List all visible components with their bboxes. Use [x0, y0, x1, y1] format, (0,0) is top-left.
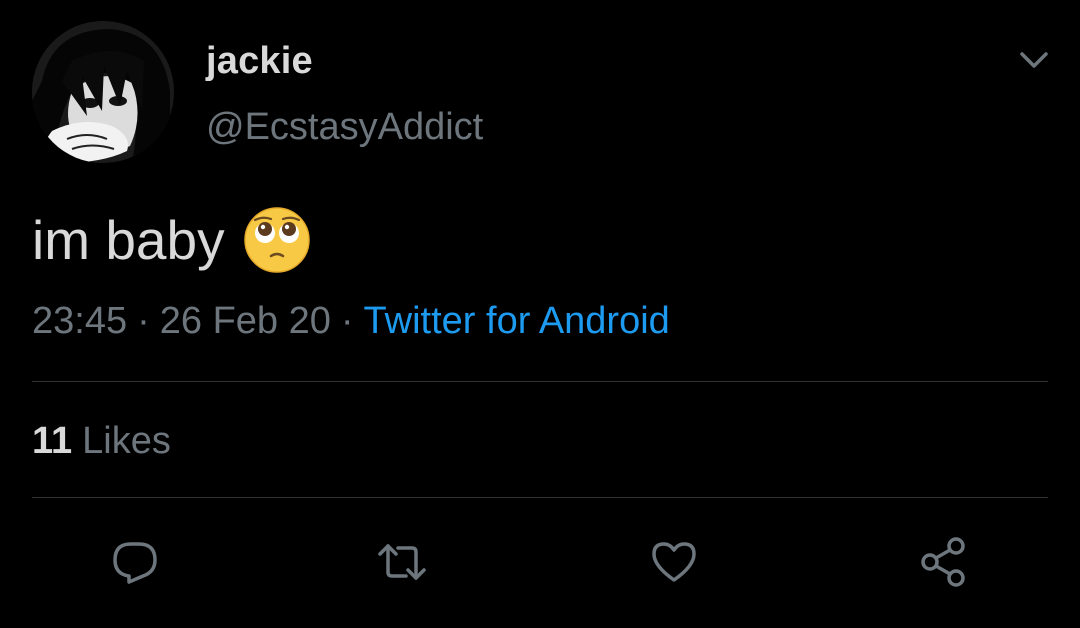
tweet-card: jackie @EcstasyAddict im baby 23:45 · 26… — [0, 0, 1080, 628]
reply-icon — [113, 542, 157, 584]
pleading-face-emoji — [243, 206, 311, 274]
tweet-meta: 23:45 · 26 Feb 20 · Twitter for Android — [32, 300, 670, 343]
retweet-icon — [378, 544, 426, 580]
divider — [32, 381, 1048, 382]
meta-separator: · — [340, 300, 354, 342]
likes-summary[interactable]: 11 Likes — [32, 420, 171, 463]
likes-count: 11 — [32, 420, 73, 462]
retweet-button[interactable] — [374, 534, 430, 590]
tweet-date: 26 Feb 20 — [159, 300, 331, 342]
tweet-time: 23:45 — [32, 300, 128, 342]
divider — [32, 497, 1048, 498]
tweet-text: im baby — [32, 209, 225, 271]
meta-separator: · — [137, 300, 150, 342]
tweet-source-link[interactable]: Twitter for Android — [364, 300, 670, 342]
user-handle[interactable]: @EcstasyAddict — [206, 106, 483, 149]
share-button[interactable] — [916, 534, 972, 590]
like-button[interactable] — [646, 534, 702, 590]
chevron-down-icon[interactable] — [1014, 46, 1054, 76]
avatar[interactable] — [32, 21, 174, 163]
display-name[interactable]: jackie — [206, 40, 313, 83]
reply-button[interactable] — [107, 534, 163, 590]
share-icon — [921, 537, 965, 587]
heart-icon — [652, 542, 696, 582]
tweet-text-row: im baby — [32, 206, 311, 274]
likes-label: Likes — [82, 420, 171, 462]
